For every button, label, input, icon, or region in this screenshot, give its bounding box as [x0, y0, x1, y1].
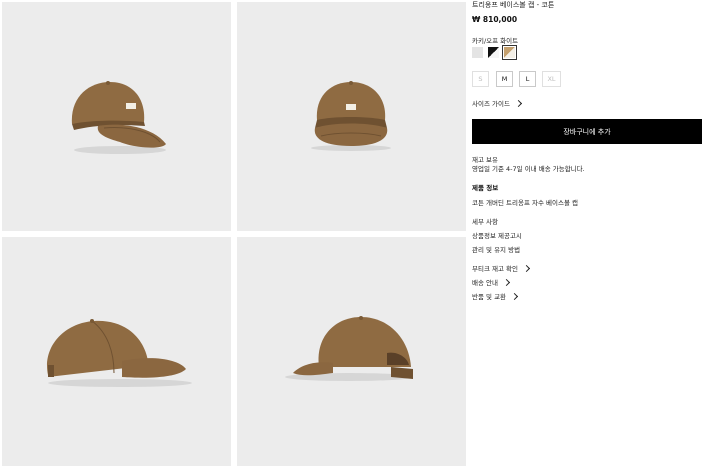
returns-label: 반품 및 교환 [472, 293, 507, 301]
color-swatch-khaki-offwhite[interactable] [502, 45, 517, 60]
product-title: 트리옹프 베이스볼 캡 - 코튼 [472, 1, 555, 9]
size-option-m[interactable]: M [496, 71, 513, 87]
boutique-stock-label: 부티크 재고 확인 [472, 265, 518, 273]
boutique-stock-link[interactable]: 부티크 재고 확인 [472, 263, 531, 273]
product-image-front[interactable] [237, 2, 466, 231]
cap-image-4 [285, 316, 413, 381]
size-option-xl[interactable]: XL [542, 71, 561, 87]
product-image-side-left[interactable] [2, 237, 231, 466]
product-notice-link[interactable]: 상품정보 제공고시 [472, 230, 522, 240]
chevron-right-icon [511, 292, 519, 300]
shipping-info-link[interactable]: 배송 안내 [472, 277, 511, 287]
add-to-cart-button[interactable]: 장바구니에 추가 [472, 119, 702, 144]
product-detail-panel: 트리옹프 베이스볼 캡 - 코튼 ₩ 810,000 카키/오프 화이트 S M… [472, 0, 702, 468]
delivery-info: 영업일 기준 4-7일 이내 배송 가능합니다. [472, 165, 585, 173]
product-image-front-angle[interactable] [2, 2, 231, 231]
cap-image-1 [71, 81, 166, 154]
product-price: ₩ 810,000 [472, 15, 518, 24]
product-gallery [0, 0, 466, 468]
care-link[interactable]: 관리 및 유지 방법 [472, 244, 520, 254]
shipping-info-label: 배송 안내 [472, 279, 498, 287]
size-option-s[interactable]: S [472, 71, 489, 87]
color-label: 카키/오프 화이트 [472, 37, 519, 45]
product-description: 코튼 개버딘 트리옹프 자수 베이스볼 캡 [472, 199, 579, 207]
product-info-heading: 제품 정보 [472, 184, 499, 192]
size-guide-label: 사이즈 가이드 [472, 100, 510, 108]
product-image-back-angle[interactable] [237, 237, 466, 466]
chevron-right-icon [514, 99, 522, 107]
chevron-right-icon [502, 278, 511, 286]
size-option-l[interactable]: L [519, 71, 536, 87]
color-swatch-light-grey[interactable] [472, 47, 483, 58]
cap-image-2 [311, 81, 391, 151]
chevron-right-icon [522, 264, 531, 272]
cap-image-3 [47, 319, 192, 387]
size-guide-link[interactable]: 사이즈 가이드 [472, 98, 522, 108]
color-swatch-black-white[interactable] [488, 47, 499, 58]
details-link[interactable]: 세부 사항 [472, 216, 498, 226]
returns-link[interactable]: 반품 및 교환 [472, 291, 519, 301]
